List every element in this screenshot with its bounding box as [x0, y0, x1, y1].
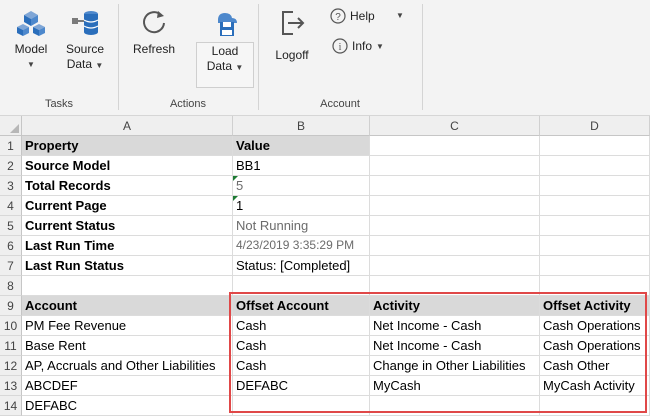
source-label-line1: Source: [65, 42, 105, 56]
info-button[interactable]: i Info ▼: [332, 38, 384, 54]
row-header[interactable]: 3: [0, 176, 22, 196]
row-header[interactable]: 2: [0, 156, 22, 176]
cell-a3[interactable]: Total Records: [22, 176, 233, 196]
group-label-tasks: Tasks: [44, 98, 74, 110]
cell-a13[interactable]: ABCDEF: [22, 376, 233, 396]
cell-c7[interactable]: [370, 256, 540, 276]
cell-d1[interactable]: [540, 136, 650, 156]
cell-a5[interactable]: Current Status: [22, 216, 233, 236]
cell-a4[interactable]: Current Page: [22, 196, 233, 216]
error-indicator-icon: [233, 196, 238, 201]
row-header[interactable]: 8: [0, 276, 22, 296]
cell-b1[interactable]: Value: [233, 136, 370, 156]
model-button[interactable]: Model ▼: [8, 8, 54, 72]
chevron-down-icon: ▼: [27, 60, 35, 69]
row-header[interactable]: 9: [0, 296, 22, 316]
load-label-data: Data: [206, 59, 233, 73]
chevron-down-icon[interactable]: ▼: [396, 11, 404, 20]
group-separator: [422, 4, 423, 110]
cell-b3[interactable]: 5: [233, 176, 370, 196]
svg-text:?: ?: [335, 12, 341, 23]
cell-a12[interactable]: AP, Accruals and Other Liabilities: [22, 356, 233, 376]
cell-a6[interactable]: Last Run Time: [22, 236, 233, 256]
logoff-label: Logoff: [275, 48, 309, 62]
spreadsheet-grid: A B C D 1 2 3 4 5 6 7 8 9 10 11 12 13 14…: [0, 116, 650, 416]
cell-d7[interactable]: [540, 256, 650, 276]
cell-c2[interactable]: [370, 156, 540, 176]
chevron-down-icon: ▼: [376, 41, 384, 51]
cell-a11[interactable]: Base Rent: [22, 336, 233, 356]
source-data-button[interactable]: Source Data ▼: [60, 8, 110, 73]
cell-b7[interactable]: Status: [Completed]: [233, 256, 370, 276]
row-header[interactable]: 13: [0, 376, 22, 396]
logoff-button[interactable]: Logoff: [270, 8, 314, 63]
column-header-d[interactable]: D: [540, 116, 650, 136]
cell-d3[interactable]: [540, 176, 650, 196]
help-button[interactable]: ? Help: [330, 8, 375, 24]
cell-a1[interactable]: Property: [22, 136, 233, 156]
error-indicator-icon: [233, 176, 238, 181]
cell-c5[interactable]: [370, 216, 540, 236]
group-label-actions: Actions: [169, 98, 207, 110]
row-header[interactable]: 14: [0, 396, 22, 416]
row-header[interactable]: 7: [0, 256, 22, 276]
cell-c1[interactable]: [370, 136, 540, 156]
help-label: Help: [350, 9, 375, 23]
cell-a14[interactable]: DEFABC: [22, 396, 233, 416]
refresh-icon: [143, 11, 165, 34]
cell-b2[interactable]: BB1: [233, 156, 370, 176]
svg-text:i: i: [339, 42, 342, 53]
info-label: Info: [352, 39, 373, 53]
corner-triangle-icon: [10, 124, 19, 133]
cell-a9[interactable]: Account: [22, 296, 233, 316]
cell-d4[interactable]: [540, 196, 650, 216]
group-separator: [258, 4, 259, 110]
cell-c4[interactable]: [370, 196, 540, 216]
model-label: Model: [14, 42, 48, 56]
cell-c3[interactable]: [370, 176, 540, 196]
source-label-line2: Data ▼: [60, 57, 110, 73]
cell-d6[interactable]: [540, 236, 650, 256]
column-header-b[interactable]: B: [233, 116, 370, 136]
select-all-corner[interactable]: [0, 116, 22, 136]
source-label-data: Data: [66, 57, 93, 71]
row-header[interactable]: 1: [0, 136, 22, 156]
cell-d2[interactable]: [540, 156, 650, 176]
info-icon: i: [332, 38, 348, 54]
group-label-account: Account: [320, 98, 360, 110]
refresh-label: Refresh: [132, 42, 176, 56]
cell-a2[interactable]: Source Model: [22, 156, 233, 176]
load-label-line2: Data ▼: [196, 59, 254, 75]
row-header[interactable]: 11: [0, 336, 22, 356]
highlight-box: [229, 292, 647, 413]
row-header[interactable]: 4: [0, 196, 22, 216]
column-header-a[interactable]: A: [22, 116, 233, 136]
row-header[interactable]: 6: [0, 236, 22, 256]
column-header-c[interactable]: C: [370, 116, 540, 136]
group-separator: [118, 4, 119, 110]
database-icon: [72, 11, 99, 35]
cell-b6[interactable]: 4/23/2019 3:35:29 PM: [233, 236, 370, 256]
ribbon: Model ▼ Source Data ▼ Tasks Refresh Load…: [0, 0, 650, 116]
cell-a8[interactable]: [22, 276, 233, 296]
chevron-down-icon: ▼: [95, 61, 104, 70]
cell-d5[interactable]: [540, 216, 650, 236]
refresh-button[interactable]: Refresh: [130, 8, 178, 57]
load-label-line1: Load: [211, 44, 239, 58]
row-header[interactable]: 10: [0, 316, 22, 336]
cell-b5[interactable]: Not Running: [233, 216, 370, 236]
row-header[interactable]: 12: [0, 356, 22, 376]
cell-c6[interactable]: [370, 236, 540, 256]
help-icon: ?: [330, 8, 346, 24]
load-data-button[interactable]: Load Data ▼: [196, 8, 254, 75]
row-header[interactable]: 5: [0, 216, 22, 236]
model-cubes-icon: [17, 11, 45, 36]
cell-b4[interactable]: 1: [233, 196, 370, 216]
cloud-save-icon: [218, 13, 237, 36]
logoff-icon: [282, 11, 305, 35]
chevron-down-icon: ▼: [235, 63, 244, 72]
cell-a7[interactable]: Last Run Status: [22, 256, 233, 276]
cell-a10[interactable]: PM Fee Revenue: [22, 316, 233, 336]
